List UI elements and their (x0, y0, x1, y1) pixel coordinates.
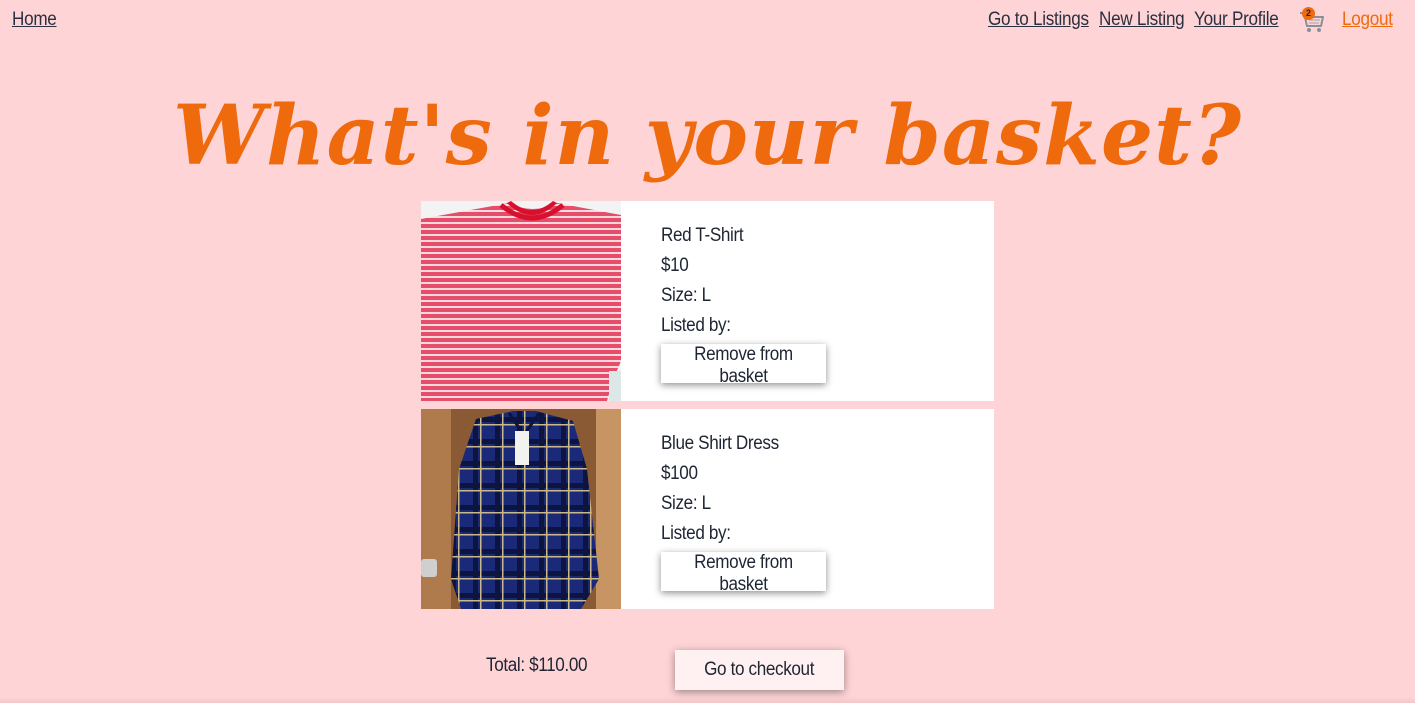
remove-button-label: Remove from basket (694, 552, 793, 595)
bottom-shadow-divider (0, 697, 1415, 703)
item-listed-by: Listed by: (661, 315, 731, 336)
nav-new-listing-link[interactable]: New Listing (1099, 9, 1185, 31)
remove-from-basket-button[interactable]: Remove from basket (661, 552, 826, 595)
nav-logout-link[interactable]: Logout (1342, 9, 1393, 31)
cart-button[interactable]: 2 (1298, 7, 1326, 35)
basket-item-card: Blue Shirt Dress $100 Size: L Listed by:… (421, 409, 994, 609)
checkout-button[interactable]: Go to checkout (675, 650, 844, 690)
item-image-blue-dress[interactable] (421, 409, 621, 609)
nav-listings-link[interactable]: Go to Listings (988, 9, 1089, 31)
checkout-button-label: Go to checkout (704, 659, 815, 680)
item-image-red-tshirt[interactable] (421, 201, 621, 401)
item-size: Size: L (661, 285, 711, 306)
item-price: $100 (661, 463, 698, 484)
item-info: Blue Shirt Dress $100 Size: L Listed by: (661, 429, 792, 549)
cart-count-badge: 2 (1302, 7, 1315, 20)
nav-profile-link[interactable]: Your Profile (1194, 9, 1279, 31)
remove-button-label: Remove from basket (694, 344, 793, 387)
item-info: Red T-Shirt $10 Size: L Listed by: (661, 221, 752, 341)
item-name: Blue Shirt Dress (661, 433, 779, 454)
item-name: Red T-Shirt (661, 225, 744, 246)
basket-total: Total: $110.00 (486, 655, 588, 676)
nav-home-link[interactable]: Home (12, 9, 57, 31)
item-price: $10 (661, 255, 689, 276)
remove-from-basket-button[interactable]: Remove from basket (661, 344, 826, 387)
item-listed-by: Listed by: (661, 523, 731, 544)
page-title: What's in your basket? (172, 88, 1243, 184)
basket-item-card: Red T-Shirt $10 Size: L Listed by: Remov… (421, 201, 994, 401)
item-size: Size: L (661, 493, 711, 514)
